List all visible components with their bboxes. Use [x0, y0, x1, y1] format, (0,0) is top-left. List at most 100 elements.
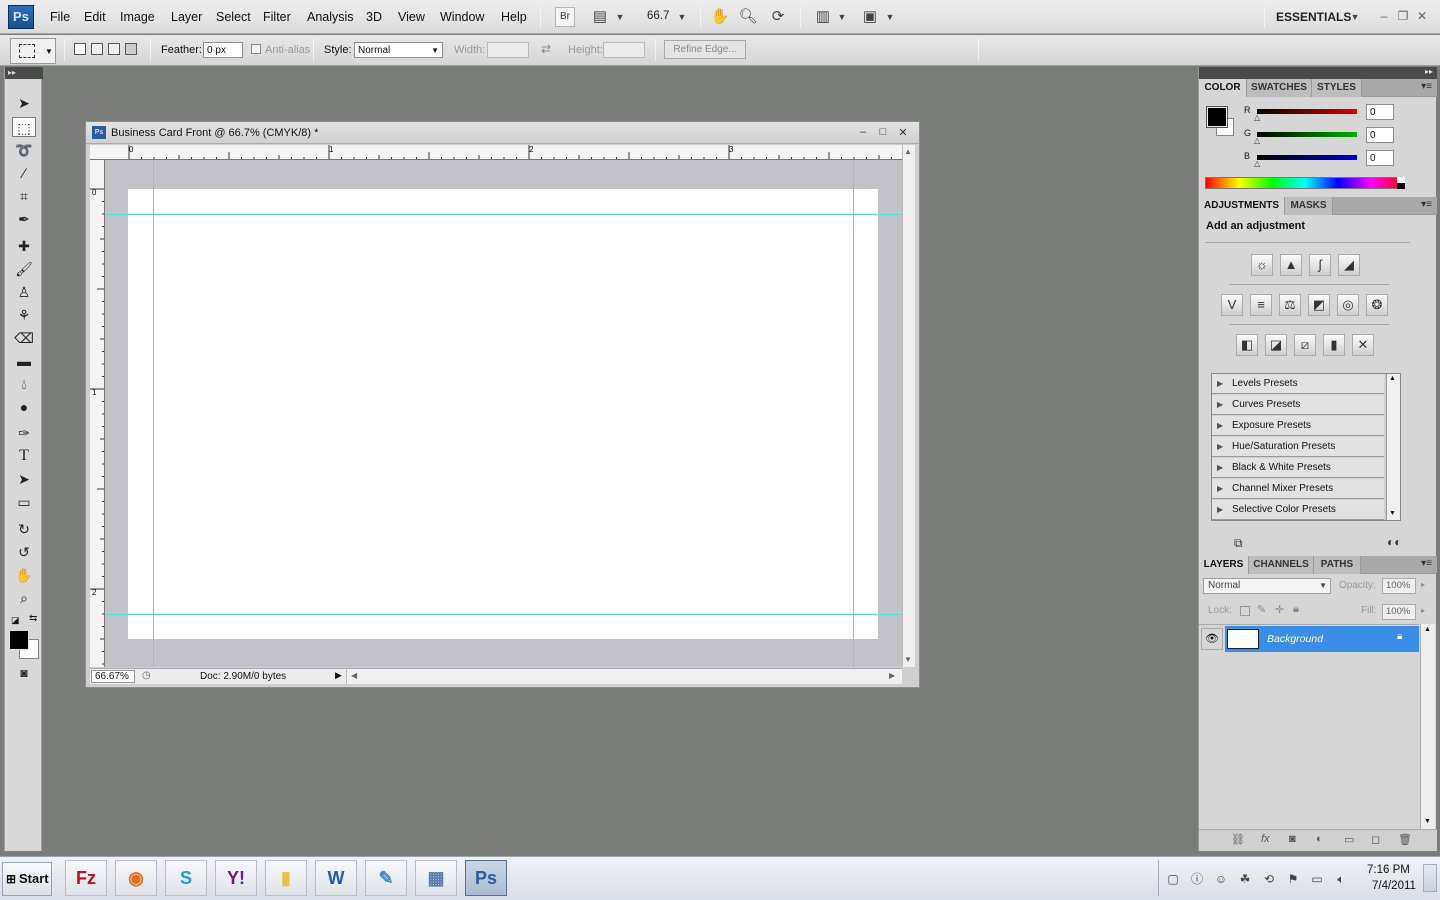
- show-desktop-button[interactable]: [1423, 864, 1437, 892]
- preset-curves[interactable]: ▶ Curves Presets: [1212, 395, 1384, 415]
- opacity-input[interactable]: 100%: [1382, 578, 1416, 594]
- minimize-icon[interactable]: –: [1376, 8, 1392, 24]
- 3d-rotate-tool-icon[interactable]: ↻: [12, 519, 36, 539]
- layer-style-icon[interactable]: fx: [1261, 833, 1270, 845]
- antialias-checkbox[interactable]: [251, 44, 261, 54]
- clip-to-layer-icon[interactable]: ◐◐: [1387, 535, 1402, 549]
- bridge-button[interactable]: Br: [555, 7, 575, 27]
- eraser-tool-icon[interactable]: ⌫: [12, 328, 36, 348]
- status-arrow-icon[interactable]: ▶: [335, 670, 342, 681]
- guide-vertical[interactable]: [153, 160, 154, 667]
- scroll-left-icon[interactable]: ◀: [351, 671, 357, 680]
- black-white-icon[interactable]: ◩: [1308, 294, 1330, 316]
- taskbar-app-word[interactable]: W: [315, 860, 357, 896]
- hand-tool-icon[interactable]: ✋: [710, 8, 730, 26]
- exposure-icon[interactable]: ◢: [1338, 254, 1360, 276]
- horizontal-scrollbar[interactable]: ◀ ▶: [346, 669, 902, 684]
- monitor-icon[interactable]: ▭: [1309, 871, 1325, 887]
- threshold-icon[interactable]: ⧄: [1294, 334, 1316, 356]
- workspace-switcher[interactable]: ESSENTIALS: [1276, 10, 1351, 24]
- vertical-scrollbar[interactable]: ▲ ▼: [902, 145, 915, 667]
- menu-3d[interactable]: 3D: [366, 10, 382, 24]
- slider-handle-icon[interactable]: △: [1254, 113, 1260, 122]
- hand-tool-icon[interactable]: ✋: [12, 565, 36, 585]
- zoom-tool-icon[interactable]: 🔍︎: [738, 8, 758, 26]
- maximize-icon[interactable]: □: [877, 126, 889, 138]
- link-layers-icon[interactable]: ⛓: [1231, 833, 1245, 846]
- panel-menu-icon[interactable]: ▾≡: [1421, 558, 1432, 569]
- network-icon[interactable]: ☘: [1237, 871, 1253, 887]
- chevron-down-icon[interactable]: ▼: [832, 8, 852, 26]
- dock-header[interactable]: ▸▸: [1199, 67, 1437, 79]
- gradient-tool-icon[interactable]: ▬: [12, 351, 36, 371]
- foreground-color-swatch[interactable]: [1206, 106, 1228, 128]
- restore-icon[interactable]: ❐: [1395, 8, 1411, 24]
- screen-mode-icon[interactable]: ▣: [860, 8, 880, 26]
- add-to-selection-icon[interactable]: [91, 43, 103, 55]
- path-selection-tool-icon[interactable]: ➤: [12, 469, 36, 489]
- taskbar-app-folder[interactable]: ▮: [265, 860, 307, 896]
- chevron-down-icon[interactable]: ▼: [672, 8, 692, 26]
- lock-transparency-icon[interactable]: [1240, 606, 1250, 616]
- width-input[interactable]: [487, 42, 529, 58]
- layer-name[interactable]: Background: [1267, 633, 1323, 645]
- vibrance-icon[interactable]: V: [1221, 294, 1243, 316]
- eyedropper-tool-icon[interactable]: ✒: [12, 209, 36, 229]
- photoshop-logo[interactable]: Ps: [8, 5, 34, 29]
- preset-hue-saturation[interactable]: ▶ Hue/Saturation Presets: [1212, 437, 1384, 457]
- layers-scrollbar[interactable]: ▲ ▼: [1420, 624, 1435, 829]
- canvas[interactable]: [128, 189, 878, 639]
- visibility-eye-icon[interactable]: 👁︎: [1201, 628, 1223, 650]
- guide-horizontal[interactable]: [105, 214, 902, 215]
- scroll-down-icon[interactable]: ▼: [1389, 510, 1396, 517]
- rectangular-marquee-tool-icon[interactable]: ⬚: [12, 117, 36, 137]
- rectangle-shape-tool-icon[interactable]: ▭: [12, 492, 36, 512]
- blur-tool-icon[interactable]: 💧︎: [12, 374, 36, 394]
- style-select[interactable]: Normal ▼: [354, 42, 443, 58]
- channel-mixer-icon[interactable]: ❂: [1366, 294, 1388, 316]
- zoom-field[interactable]: 66.67%: [91, 670, 135, 683]
- preset-black-white[interactable]: ▶ Black & White Presets: [1212, 458, 1384, 478]
- scroll-down-icon[interactable]: ▼: [904, 655, 912, 664]
- menu-window[interactable]: Window: [440, 10, 484, 24]
- invert-icon[interactable]: ◧: [1236, 334, 1258, 356]
- black-white-ramp[interactable]: [1397, 177, 1405, 189]
- slider-handle-icon[interactable]: △: [1254, 159, 1260, 168]
- arrange-documents-icon[interactable]: ▥: [813, 8, 833, 26]
- menu-view[interactable]: View: [398, 10, 425, 24]
- taskbar-app-filezilla[interactable]: Fz: [65, 860, 107, 896]
- tab-channels[interactable]: CHANNELS: [1249, 556, 1314, 574]
- g-value-input[interactable]: 0: [1366, 127, 1394, 143]
- swap-colors-icon[interactable]: ⇆: [29, 613, 37, 624]
- new-layer-icon[interactable]: ◻: [1371, 833, 1380, 846]
- menu-select[interactable]: Select: [216, 10, 251, 24]
- g-slider-track[interactable]: [1257, 132, 1357, 137]
- tools-panel-header[interactable]: ▸▸: [5, 67, 43, 79]
- menu-help[interactable]: Help: [501, 10, 527, 24]
- type-tool-icon[interactable]: T: [12, 446, 36, 466]
- selective-color-icon[interactable]: ✕: [1352, 334, 1374, 356]
- blend-mode-select[interactable]: Normal ▼: [1203, 578, 1331, 594]
- close-icon[interactable]: ✕: [897, 126, 909, 139]
- tab-styles[interactable]: STYLES: [1312, 79, 1362, 97]
- guide-horizontal[interactable]: [105, 614, 902, 615]
- scroll-up-icon[interactable]: ▲: [1389, 375, 1396, 382]
- swap-icon[interactable]: ⇄: [541, 42, 551, 56]
- r-value-input[interactable]: 0: [1366, 104, 1394, 120]
- refine-edge-button[interactable]: Refine Edge...: [664, 40, 746, 59]
- clock-time[interactable]: 7:16 PM: [1367, 864, 1410, 876]
- levels-icon[interactable]: ▲: [1280, 254, 1302, 276]
- zoom-level[interactable]: 66.7: [647, 10, 669, 22]
- new-selection-icon[interactable]: [74, 43, 86, 55]
- crop-tool-icon[interactable]: ⌗: [12, 186, 36, 206]
- lock-image-icon[interactable]: ✎: [1257, 603, 1266, 616]
- pasteboard[interactable]: [105, 160, 902, 667]
- tab-swatches[interactable]: SWATCHES: [1247, 79, 1312, 97]
- tab-color[interactable]: COLOR: [1199, 79, 1247, 97]
- preset-selective-color[interactable]: ▶ Selective Color Presets: [1212, 500, 1384, 520]
- opacity-arrow-icon[interactable]: ▸: [1421, 580, 1425, 589]
- curves-icon[interactable]: ∫: [1309, 254, 1331, 276]
- b-slider-track[interactable]: [1257, 155, 1357, 160]
- menu-filter[interactable]: Filter: [263, 10, 291, 24]
- close-icon[interactable]: ✕: [1414, 8, 1430, 24]
